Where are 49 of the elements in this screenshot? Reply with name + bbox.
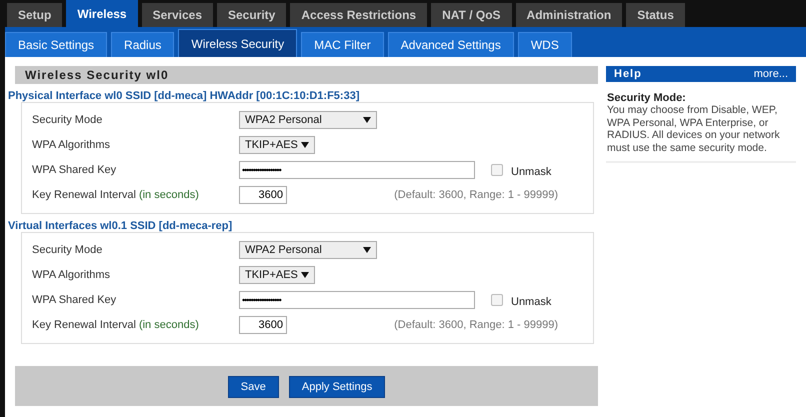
- range-hint: (Default: 3600, Range: 1 - 99999): [394, 188, 558, 200]
- checkbox-label: Unmask: [511, 166, 552, 178]
- sub-tab[interactable]: WDS: [518, 32, 572, 57]
- help-text: You may choose from Disable, WEP, WPA Personal, WPA Enterprise, or RADIUS. All devices on your network must use the same security mode.: [606, 104, 796, 164]
- help-heading: Security Mode:: [606, 92, 687, 104]
- sub-tab[interactable]: Wireless Security: [178, 29, 298, 57]
- field-label: WPA Shared Key: [32, 164, 118, 176]
- password-field[interactable]: ••••••••••••••••••: [239, 160, 475, 178]
- more-link[interactable]: more...: [754, 68, 788, 80]
- main-tab[interactable]: NAT / QoS: [431, 3, 512, 27]
- field-label: Key Renewal Interval (in seconds): [32, 188, 200, 200]
- caret-icon: [363, 246, 371, 252]
- sub-tab[interactable]: Advanced Settings: [388, 32, 514, 57]
- field-label: WPA Algorithms: [32, 138, 112, 150]
- main-tab[interactable]: Access Restrictions: [290, 3, 428, 27]
- panel-title: Wireless Security wl0: [15, 66, 598, 84]
- sub-tab[interactable]: Radius: [111, 32, 174, 57]
- password-field[interactable]: ••••••••••••••••••: [239, 290, 475, 308]
- interval-field[interactable]: 3600: [239, 186, 287, 204]
- field-label: Security Mode: [32, 244, 104, 256]
- action-button[interactable]: Save: [228, 376, 279, 398]
- caret-icon: [363, 116, 371, 122]
- interval-field[interactable]: 3600: [239, 316, 287, 334]
- main-tab[interactable]: Setup: [7, 3, 62, 27]
- main-tab[interactable]: Security: [217, 3, 286, 27]
- help-title: Help: [614, 68, 642, 80]
- dropdown[interactable]: TKIP+AES: [239, 136, 315, 154]
- caret-icon: [301, 142, 309, 148]
- field-label: WPA Algorithms: [32, 268, 112, 280]
- field-label: Security Mode: [32, 114, 104, 126]
- sub-tab[interactable]: Basic Settings: [5, 32, 108, 57]
- action-button[interactable]: Apply Settings: [288, 376, 386, 398]
- main-tab[interactable]: Status: [626, 3, 685, 27]
- dropdown[interactable]: WPA2 Personal: [239, 110, 377, 128]
- field-label: Key Renewal Interval (in seconds): [32, 318, 200, 330]
- main-tab[interactable]: Wireless: [66, 0, 138, 27]
- unmask-checkbox[interactable]: [491, 164, 503, 176]
- section-legend: Physical Interface wl0 SSID [dd-meca] HWAddr [00:1C:10:D1:F5:33]: [8, 90, 598, 102]
- field-label: WPA Shared Key: [32, 294, 118, 306]
- main-tab[interactable]: Administration: [516, 3, 622, 27]
- section-legend: Virtual Interfaces wl0.1 SSID [dd-meca-rep]: [8, 220, 598, 232]
- dropdown[interactable]: WPA2 Personal: [239, 240, 377, 258]
- main-tab[interactable]: Services: [142, 3, 213, 27]
- dropdown[interactable]: TKIP+AES: [239, 266, 315, 284]
- range-hint: (Default: 3600, Range: 1 - 99999): [394, 318, 558, 330]
- unmask-checkbox[interactable]: [491, 294, 503, 306]
- checkbox-label: Unmask: [511, 296, 552, 308]
- caret-icon: [301, 272, 309, 278]
- sub-tab[interactable]: MAC Filter: [301, 32, 384, 57]
